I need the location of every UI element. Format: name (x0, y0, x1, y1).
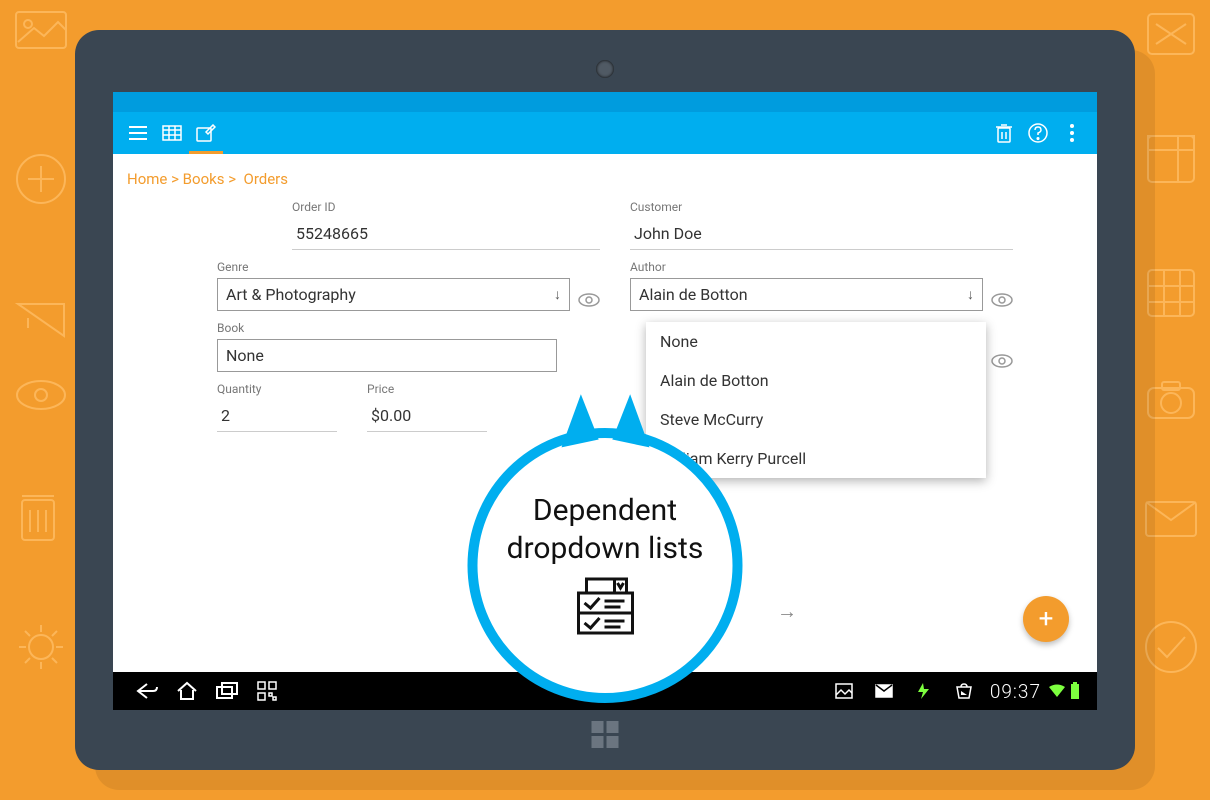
battery-icon (1067, 672, 1083, 710)
genre-label: Genre (217, 260, 600, 274)
store-icon (944, 672, 984, 710)
help-icon[interactable] (1021, 112, 1055, 154)
book-select[interactable]: None (217, 339, 557, 372)
next-arrow-icon[interactable]: → (777, 599, 797, 624)
price-label: Price (367, 382, 487, 396)
home-button[interactable] (592, 721, 619, 748)
android-status-bar (113, 92, 1097, 112)
quantity-input[interactable]: 2 (217, 400, 337, 432)
edit-view-icon[interactable] (189, 112, 223, 154)
qr-icon[interactable] (247, 672, 287, 710)
dropdown-option[interactable]: Alain de Botton (646, 361, 986, 400)
dropdown-option[interactable]: None (646, 322, 986, 361)
author-label: Author (630, 260, 1013, 274)
battery-charging-icon (904, 672, 944, 710)
mail-icon (864, 672, 904, 710)
dropdown-list-icon (570, 577, 640, 639)
breadcrumb[interactable]: Home > Books > Orders (127, 170, 1083, 188)
chevron-down-icon: ↓ (967, 286, 974, 303)
menu-icon[interactable] (121, 112, 155, 154)
home-icon[interactable] (167, 672, 207, 710)
eye-icon[interactable] (578, 289, 600, 311)
delete-icon[interactable] (987, 112, 1021, 154)
back-icon[interactable] (127, 672, 167, 710)
app-toolbar (113, 112, 1097, 154)
camera-dot (596, 60, 614, 78)
genre-select[interactable]: Art & Photography↓ (217, 278, 570, 311)
eye-icon[interactable] (991, 350, 1013, 372)
overflow-icon[interactable] (1055, 112, 1089, 154)
order-id-input[interactable]: 55248665 (292, 218, 600, 250)
chevron-down-icon: ↓ (554, 286, 561, 303)
clock: 09:37 (990, 680, 1041, 703)
recent-apps-icon[interactable] (207, 672, 247, 710)
picture-icon (824, 672, 864, 710)
quantity-label: Quantity (217, 382, 337, 396)
wifi-icon (1047, 672, 1067, 710)
order-id-label: Order ID (292, 200, 600, 214)
table-view-icon[interactable] (155, 112, 189, 154)
customer-label: Customer (630, 200, 1013, 214)
fab-add-button[interactable]: + (1023, 596, 1069, 642)
author-select[interactable]: Alain de Botton↓ (630, 278, 983, 311)
customer-input[interactable]: John Doe (630, 218, 1013, 250)
callout-bubble: Dependentdropdown lists (468, 428, 743, 703)
eye-icon[interactable] (991, 289, 1013, 311)
